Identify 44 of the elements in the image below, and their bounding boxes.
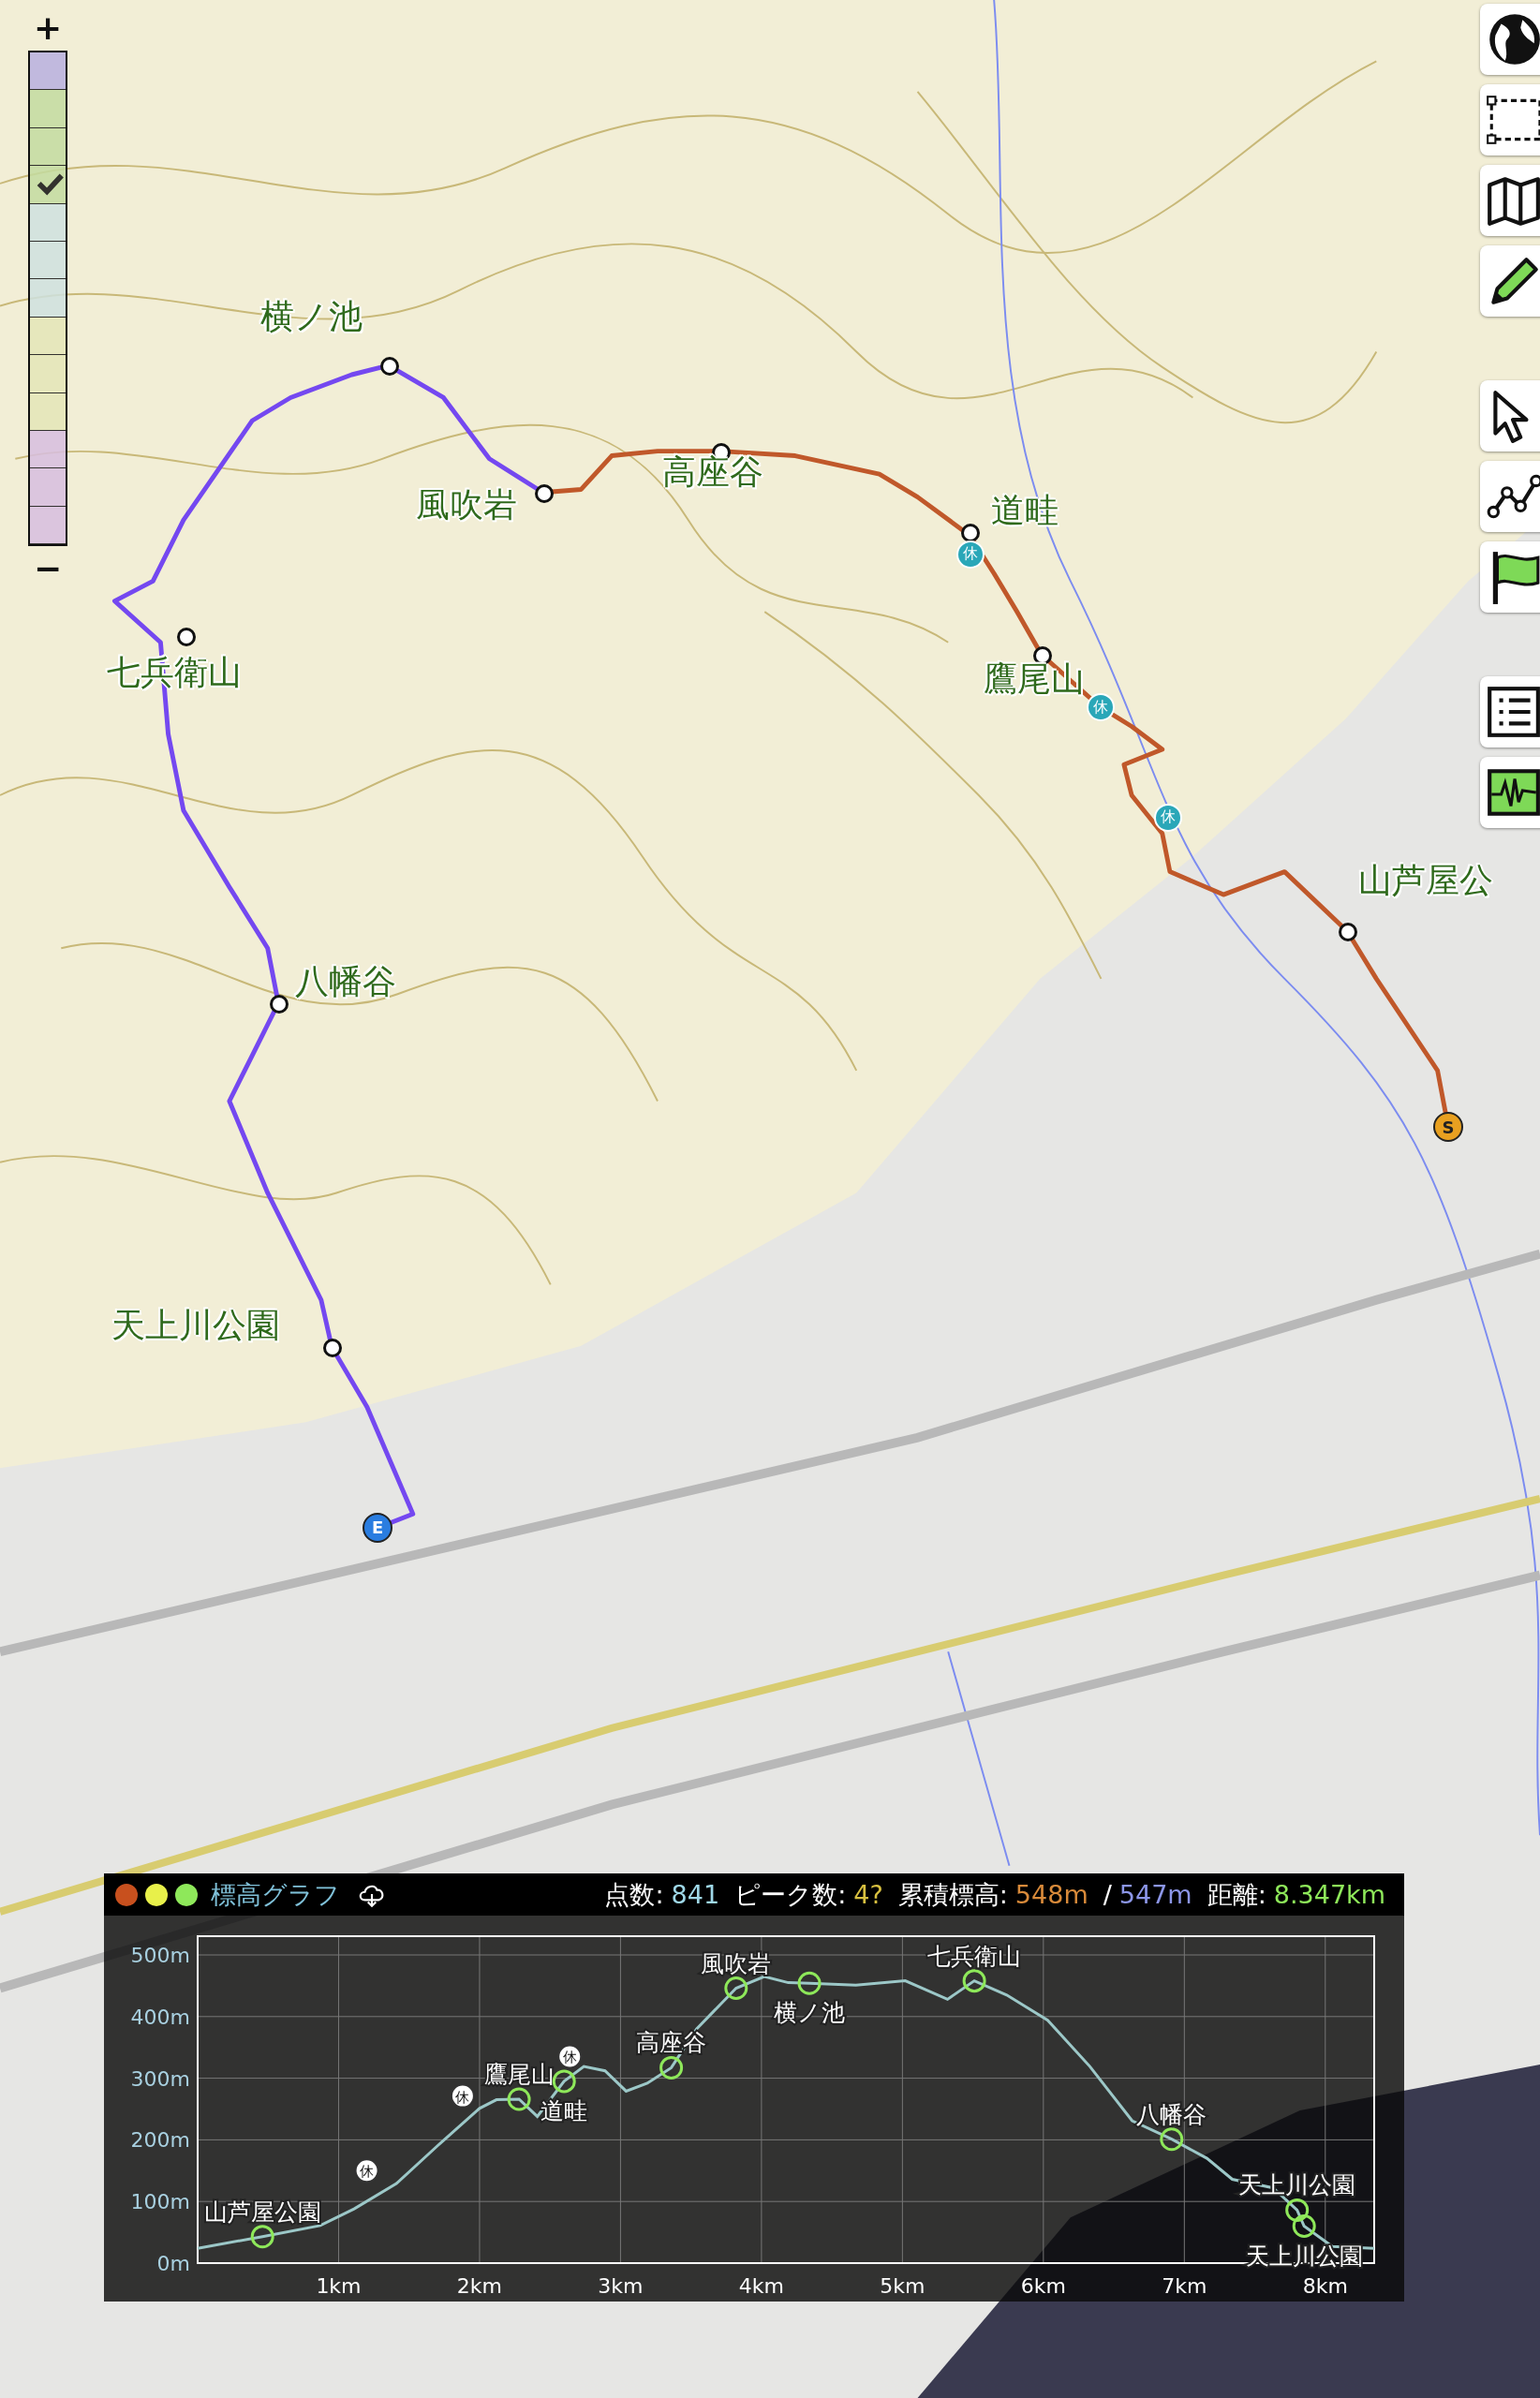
stat-value: 841 (671, 1880, 720, 1909)
waypoint-label: 風吹岩 (701, 1949, 772, 1977)
stat-label: 点数: (604, 1878, 664, 1911)
waypoint-label: 風吹岩 (416, 485, 518, 524)
rest-marker: 休 (557, 2044, 583, 2069)
stat-value: 4? (853, 1880, 883, 1909)
x-tick-label: 4km (738, 2274, 784, 2298)
y-tick-label: 300m (130, 2066, 190, 2091)
stat-label: ピーク数: (734, 1878, 847, 1911)
waypoint-label: 山芦屋公 (1357, 862, 1493, 899)
x-tick-label: 1km (316, 2274, 362, 2298)
stat-value: 547m (1118, 1880, 1192, 1909)
zoom-out-button[interactable]: − (33, 550, 63, 588)
y-tick-label: 500m (130, 1944, 190, 1967)
waypoint-label: 横ノ池 (259, 297, 363, 335)
waypoint-label: 横ノ池 (774, 1999, 846, 2027)
stat-value: 548m (1014, 1880, 1088, 1909)
waypoint-label: 八幡谷 (1136, 2100, 1207, 2128)
x-tick-label: 2km (456, 2274, 503, 2298)
y-tick-label: 200m (130, 2128, 190, 2153)
x-tick-label: 6km (1020, 2274, 1066, 2298)
x-tick-label: 5km (880, 2274, 925, 2298)
rest-marker: 休 (450, 2083, 475, 2109)
waypoint-label: 山芦屋公園 (203, 2198, 321, 2226)
rest-marker: 休 (354, 2158, 379, 2183)
x-tick-label: 3km (598, 2274, 644, 2298)
stat-label: 累積標高: (897, 1878, 1008, 1911)
x-tick-label: 7km (1162, 2274, 1207, 2298)
waypoint-label: 七兵衛山 (927, 1942, 1022, 1970)
y-tick-label: 400m (130, 2005, 190, 2029)
waypoint-label: 天上川公園 (111, 1307, 281, 1345)
stat-label: / (1103, 1880, 1112, 1909)
waypoint-label: 天上川公園 (1245, 2242, 1363, 2270)
waypoint-label: 道畦 (540, 2096, 588, 2124)
x-tick-label: 8km (1302, 2274, 1348, 2298)
waypoint-label: 高座谷 (661, 453, 763, 492)
waypoint-label: 八幡谷 (295, 963, 397, 1000)
y-tick-label: 100m (130, 2190, 190, 2214)
y-tick-label: 0m (156, 2252, 190, 2275)
panel-title: 標高グラフ (211, 1878, 340, 1911)
waypoint-label: 鷹尾山 (483, 2060, 555, 2088)
stat-label: 距離: (1207, 1878, 1266, 1911)
zoom-in-button[interactable]: + (33, 9, 63, 47)
stat-value: 8.347km (1273, 1880, 1385, 1909)
